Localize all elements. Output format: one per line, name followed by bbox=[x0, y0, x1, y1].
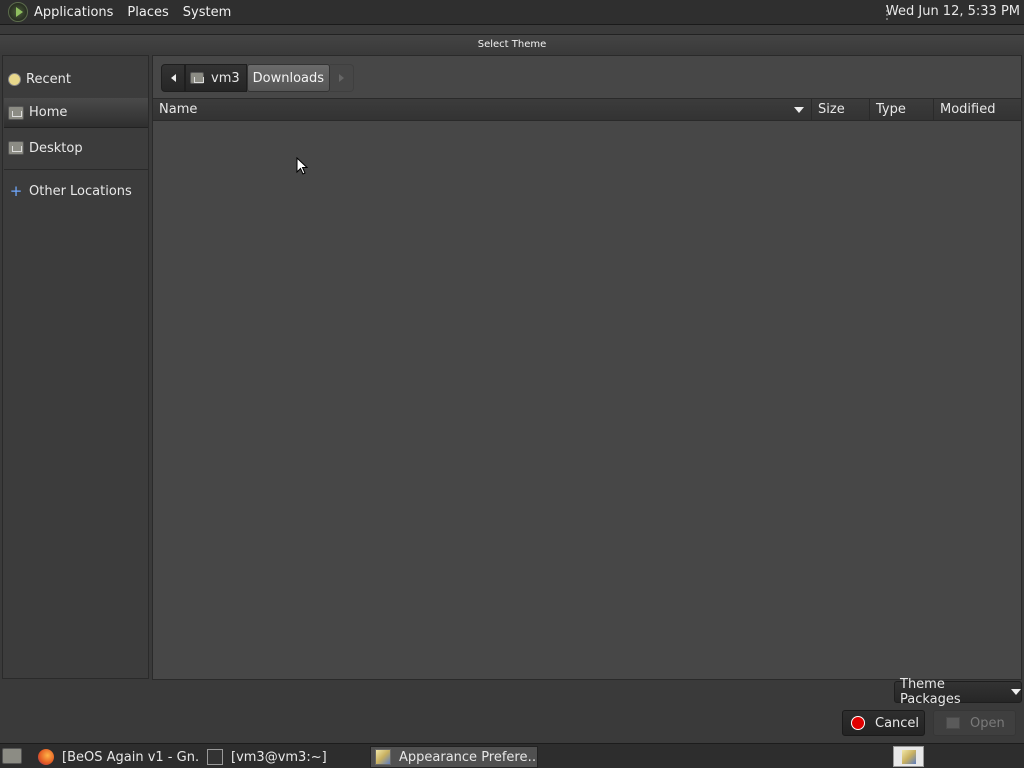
cancel-button[interactable]: Cancel bbox=[842, 710, 925, 736]
desktop-folder-icon bbox=[8, 141, 24, 155]
firefox-icon bbox=[38, 749, 54, 765]
sidebar-separator bbox=[4, 169, 148, 170]
sidebar-item-desktop[interactable]: Desktop bbox=[4, 133, 148, 163]
path-back-button[interactable] bbox=[161, 64, 185, 92]
home-folder-icon bbox=[190, 72, 204, 84]
top-panel: Applications Places System Wed Jun 12, 5… bbox=[0, 0, 1024, 25]
appearance-preferences-icon bbox=[375, 749, 391, 765]
path-segment-vm3[interactable]: vm3 bbox=[185, 64, 247, 92]
other-locations-icon: + bbox=[9, 182, 23, 200]
cancel-label: Cancel bbox=[875, 715, 920, 731]
filter-label: Theme Packages bbox=[900, 677, 961, 707]
column-label: Type bbox=[876, 102, 906, 117]
column-modified[interactable]: Modified bbox=[934, 99, 1021, 121]
sidebar-item-home[interactable]: Home bbox=[4, 98, 148, 128]
recent-icon bbox=[8, 72, 21, 86]
terminal-icon bbox=[207, 749, 223, 765]
chevron-down-icon bbox=[1011, 689, 1021, 695]
task-appearance-preferences[interactable]: Appearance Prefere… bbox=[370, 746, 538, 768]
sidebar-item-label: Desktop bbox=[29, 140, 83, 156]
chevron-right-icon bbox=[339, 74, 345, 82]
path-segment-label: vm3 bbox=[211, 70, 240, 86]
clock[interactable]: Wed Jun 12, 5:33 PM bbox=[886, 4, 1020, 19]
file-chooser-main: vm3 Downloads Name Size Type Modified bbox=[152, 55, 1022, 680]
taskbar: [BeOS Again v1 - Gn… [vm3@vm3:~] Appeara… bbox=[0, 743, 1024, 768]
sidebar-item-label: Home bbox=[29, 105, 68, 120]
mouse-pointer-icon bbox=[296, 157, 308, 175]
open-button[interactable]: Open bbox=[933, 710, 1016, 736]
column-label: Name bbox=[159, 102, 198, 117]
column-label: Modified bbox=[940, 102, 996, 117]
stop-icon bbox=[851, 716, 865, 730]
tray-appearance-icon[interactable] bbox=[893, 746, 924, 767]
open-label: Open bbox=[970, 715, 1005, 731]
places-sidebar: Recent Home Desktop + Other Locations bbox=[2, 55, 149, 679]
file-list[interactable] bbox=[153, 122, 1021, 679]
window-title: Select Theme bbox=[477, 39, 547, 50]
column-type[interactable]: Type bbox=[870, 99, 934, 121]
sidebar-item-other-locations[interactable]: + Other Locations bbox=[4, 176, 148, 206]
task-label: Appearance Prefere… bbox=[399, 749, 538, 765]
menu-places[interactable]: Places bbox=[127, 5, 168, 20]
main-menu-logo-icon[interactable] bbox=[8, 2, 28, 22]
window-title-bar[interactable]: Select Theme bbox=[0, 34, 1024, 54]
task-browser[interactable]: [BeOS Again v1 - Gn… bbox=[34, 746, 200, 768]
column-name[interactable]: Name bbox=[153, 99, 812, 121]
column-header: Name Size Type Modified bbox=[153, 98, 1021, 121]
sidebar-item-label: Other Locations bbox=[29, 183, 132, 199]
task-label: [BeOS Again v1 - Gn… bbox=[62, 749, 200, 765]
menu-applications[interactable]: Applications bbox=[34, 5, 113, 20]
sort-descending-icon bbox=[794, 107, 804, 113]
path-forward-button[interactable] bbox=[330, 64, 355, 92]
path-segment-label: Downloads bbox=[252, 70, 325, 86]
sidebar-item-recent[interactable]: Recent bbox=[4, 64, 148, 94]
menu-system[interactable]: System bbox=[183, 5, 231, 20]
home-folder-icon bbox=[8, 105, 24, 120]
file-type-filter-dropdown[interactable]: Theme Packages bbox=[894, 677, 1022, 707]
show-desktop-icon[interactable] bbox=[2, 748, 22, 764]
column-label: Size bbox=[818, 102, 845, 117]
column-size[interactable]: Size bbox=[812, 99, 870, 121]
sidebar-item-label: Recent bbox=[26, 71, 71, 87]
path-bar: vm3 Downloads bbox=[161, 64, 355, 92]
open-folder-icon bbox=[946, 717, 960, 729]
chevron-left-icon bbox=[170, 74, 176, 82]
task-label: [vm3@vm3:~] bbox=[231, 749, 327, 765]
path-segment-downloads[interactable]: Downloads bbox=[246, 64, 331, 92]
task-terminal[interactable]: [vm3@vm3:~] bbox=[203, 746, 367, 768]
